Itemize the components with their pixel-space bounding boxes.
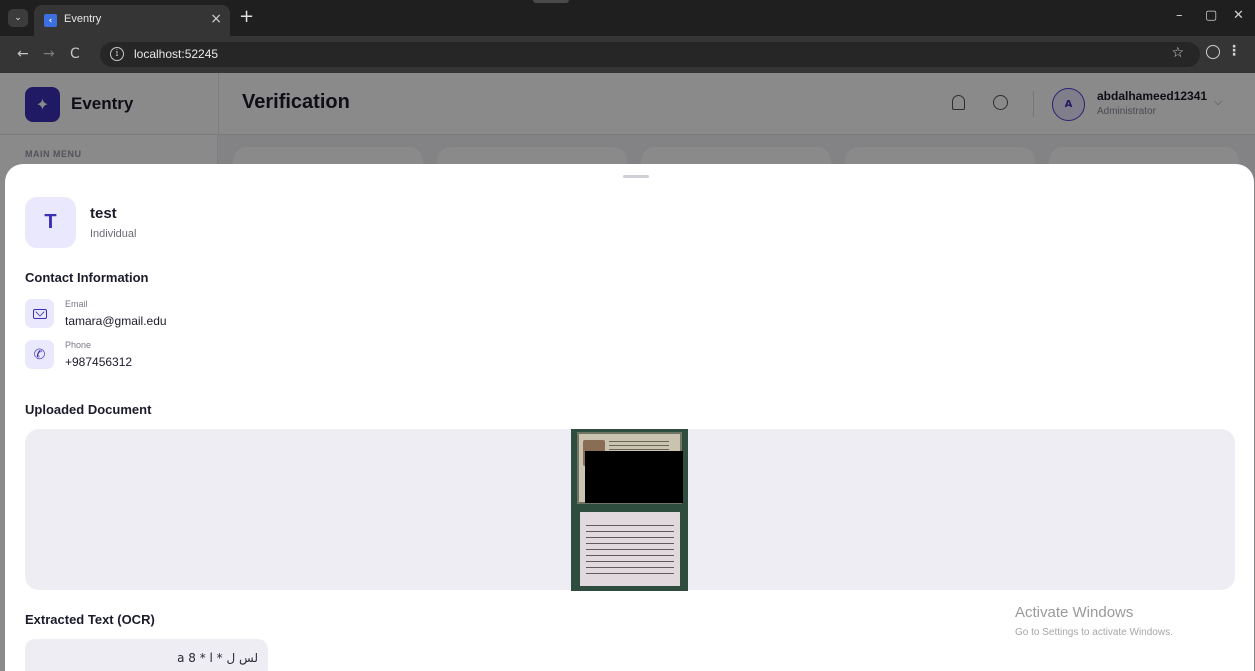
id-text-lines (586, 520, 674, 578)
plus-icon[interactable]: + (239, 6, 254, 27)
url-text[interactable]: localhost:52245 (134, 47, 218, 61)
ocr-section-title: Extracted Text (OCR) (25, 612, 155, 627)
minimize-icon[interactable]: – (1176, 8, 1183, 23)
profile-icon[interactable] (1206, 45, 1220, 59)
profile-type: Individual (90, 228, 137, 240)
back-arrow-icon[interactable]: ← (17, 46, 29, 62)
id-card-back (580, 512, 680, 586)
document-panel (25, 429, 1235, 591)
phone-label: Phone (65, 340, 92, 350)
sheet-grabber[interactable] (623, 175, 649, 178)
profile-name: test (90, 205, 117, 222)
verification-detail-sheet: T test Individual Contact Information Em… (5, 164, 1254, 671)
forward-arrow-icon[interactable]: → (43, 46, 55, 62)
activate-windows-subtitle: Go to Settings to activate Windows. (1015, 627, 1173, 638)
favicon-icon: ‹ (44, 14, 57, 27)
star-icon[interactable]: ☆ (1171, 45, 1184, 61)
phone-value: +987456312 (65, 355, 133, 369)
kebab-menu-icon[interactable]: ⋮ (1227, 43, 1241, 59)
ocr-text-box: a 8 * l * لس ل (25, 639, 268, 671)
window-drag-notch (533, 0, 569, 3)
profile-avatar: T (25, 197, 76, 248)
tab-search-button[interactable]: ⌄ (8, 9, 28, 27)
ocr-text: a 8 * l * لس ل (177, 651, 258, 665)
email-label: Email (65, 299, 88, 309)
browser-toolbar: ← → C i localhost:52245 ☆ (0, 36, 1255, 73)
chevron-down-icon: ⌄ (14, 13, 22, 23)
info-icon[interactable]: i (110, 47, 124, 61)
address-bar[interactable]: i localhost:52245 ☆ (100, 42, 1200, 67)
redaction-block (585, 451, 683, 503)
close-icon[interactable]: × (210, 11, 222, 27)
browser-tabstrip: ⌄ ‹ Eventry × + – ▢ ✕ (0, 0, 1255, 36)
reload-icon[interactable]: C (70, 46, 80, 62)
window-close-icon[interactable]: ✕ (1233, 8, 1244, 23)
mail-icon (25, 299, 54, 328)
browser-tab[interactable]: ‹ Eventry × (34, 5, 230, 36)
phone-icon: ✆ (25, 340, 54, 369)
email-value: tamara@gmail.edu (65, 314, 167, 328)
document-section-title: Uploaded Document (25, 402, 152, 417)
activate-windows-title: Activate Windows (1015, 604, 1134, 621)
maximize-icon[interactable]: ▢ (1205, 8, 1217, 23)
uploaded-document-image[interactable] (571, 429, 688, 591)
tab-title: Eventry (64, 13, 102, 25)
contact-section-title: Contact Information (25, 270, 149, 285)
